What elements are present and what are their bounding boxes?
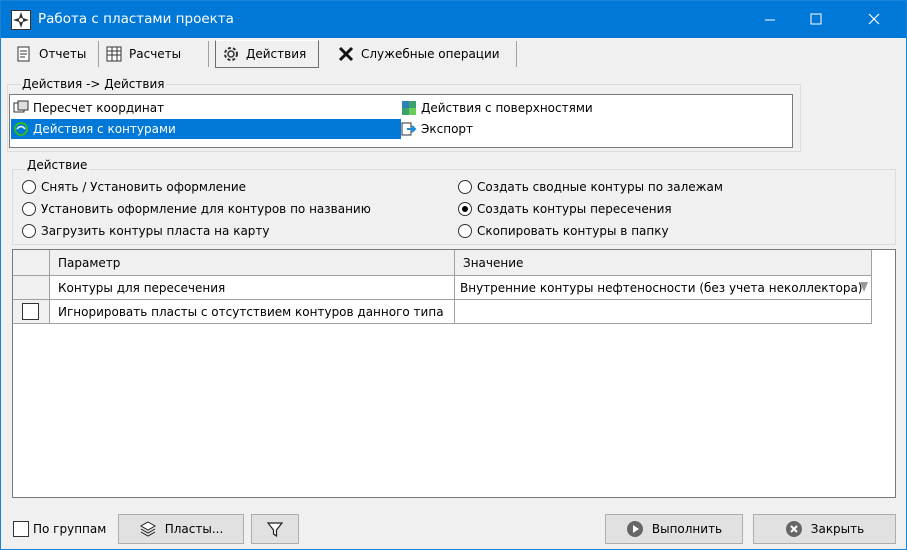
close-button[interactable]: Закрыть: [753, 514, 896, 544]
run-button[interactable]: Выполнить: [605, 514, 743, 544]
table-icon: [105, 45, 123, 63]
gear-icon: [222, 45, 240, 63]
column-header-parameter[interactable]: Параметр: [50, 250, 455, 276]
radio-load-contours[interactable]: Загрузить контуры пласта на карту: [22, 222, 270, 240]
action-group-label: Действие: [25, 158, 90, 172]
by-groups-toggle[interactable]: По группам: [13, 521, 106, 537]
table-row-value[interactable]: [455, 300, 872, 324]
app-icon: [11, 10, 31, 30]
by-groups-checkbox[interactable]: [13, 521, 29, 537]
row-header: [13, 276, 50, 300]
actions-list: Пересчет координат Действия с контурами …: [9, 94, 793, 148]
table-row-param: Контуры для пересечения: [50, 276, 455, 300]
contour-icon: [13, 121, 29, 137]
table-row-param: Игнорировать пласты с отсутствием контур…: [50, 300, 455, 324]
minimize-button[interactable]: [748, 1, 794, 38]
bottom-toolbar: По группам Пласты... Выполнить Закрыть: [1, 509, 906, 549]
title-bar: Работа с пластами проекта: [1, 1, 906, 38]
by-groups-label: По группам: [33, 522, 107, 536]
radio-button[interactable]: [22, 224, 36, 238]
recalc-icon: [13, 100, 29, 116]
radio-intersection-contours[interactable]: Создать контуры пересечения: [458, 200, 672, 218]
grid-corner: [13, 250, 50, 276]
list-item-contour-actions[interactable]: Действия с контурами: [11, 119, 401, 139]
play-icon: [626, 520, 644, 538]
layers-icon: [139, 520, 157, 538]
app-window: Работа с пластами проекта Отчеты Расчеты: [0, 0, 907, 550]
tab-actions[interactable]: Действия: [215, 40, 319, 68]
radio-button[interactable]: [22, 180, 36, 194]
maximize-button[interactable]: [794, 1, 840, 38]
tab-calculations-label: Расчеты: [129, 47, 182, 61]
report-icon: [15, 45, 33, 63]
contours-select-value: Внутренние контуры нефтеносности (без уч…: [460, 280, 863, 295]
radio-copy-contours[interactable]: Скопировать контуры в папку: [458, 222, 669, 240]
tab-reports-label: Отчеты: [39, 47, 87, 61]
list-item-export[interactable]: Экспорт: [401, 119, 781, 139]
column-header-value[interactable]: Значение: [455, 250, 872, 276]
close-window-button[interactable]: [852, 1, 898, 38]
tab-bar: Отчеты Расчеты Действия Служебные операц…: [1, 39, 906, 69]
radio-button[interactable]: [458, 224, 472, 238]
tab-calculations[interactable]: Расчеты: [99, 41, 209, 67]
filter-icon: [266, 520, 284, 538]
radio-button-checked[interactable]: [458, 202, 472, 216]
parameters-grid: Параметр Значение Контуры для пересечени…: [12, 249, 896, 498]
layers-button[interactable]: Пласты...: [118, 514, 244, 544]
cancel-icon: [785, 520, 803, 538]
radio-summary-contours[interactable]: Создать сводные контуры по залежам: [458, 178, 723, 196]
tab-actions-label: Действия: [246, 47, 307, 61]
dropdown-arrow-icon[interactable]: [859, 280, 869, 294]
filter-button[interactable]: [251, 514, 299, 544]
list-item-recalc-coordinates[interactable]: Пересчет координат: [11, 98, 401, 118]
ignore-layers-checkbox[interactable]: [22, 303, 39, 320]
radio-button[interactable]: [458, 180, 472, 194]
actions-group-label: Действия -> Действия: [20, 77, 167, 91]
radio-design-by-name[interactable]: Установить оформление для контуров по на…: [22, 200, 371, 218]
tools-icon: [337, 45, 355, 63]
radio-button[interactable]: [22, 202, 36, 216]
export-icon: [401, 121, 417, 137]
contours-select-cell[interactable]: Внутренние контуры нефтеносности (без уч…: [455, 276, 872, 300]
radio-toggle-design[interactable]: Снять / Установить оформление: [22, 178, 246, 196]
row-checkbox-cell: [13, 300, 50, 324]
tab-service-operations-label: Служебные операции: [361, 47, 500, 61]
window-title: Работа с пластами проекта: [38, 11, 234, 27]
list-item-surface-actions[interactable]: Действия с поверхностями: [401, 98, 781, 118]
surface-icon: [401, 100, 417, 116]
tab-reports[interactable]: Отчеты: [9, 41, 99, 67]
tab-service-operations[interactable]: Служебные операции: [331, 41, 517, 67]
